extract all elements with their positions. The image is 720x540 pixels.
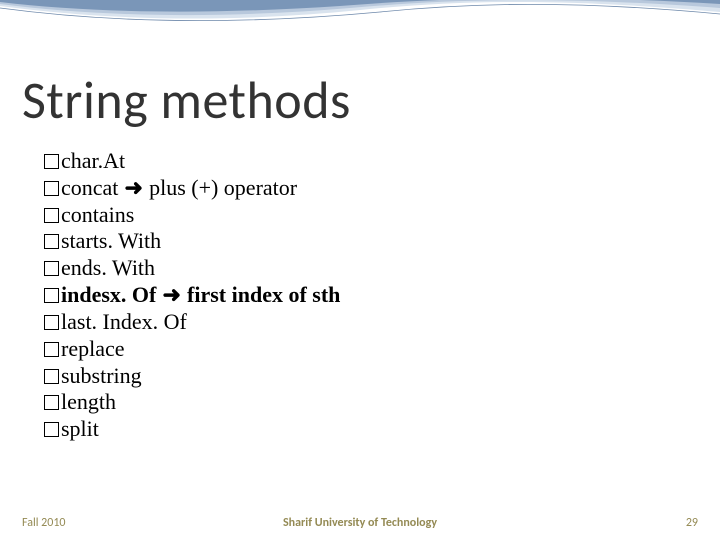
item-text: split bbox=[61, 416, 99, 441]
bullet-square-icon bbox=[44, 154, 59, 169]
bullet-square-icon bbox=[44, 342, 59, 357]
decorative-wave bbox=[0, 0, 720, 60]
bullet-square-icon bbox=[44, 181, 59, 196]
list-item: char.At bbox=[44, 148, 664, 175]
bullet-square-icon bbox=[44, 288, 59, 303]
item-text: char.At bbox=[61, 148, 125, 173]
bullet-square-icon bbox=[44, 234, 59, 249]
footer-page-number: 29 bbox=[686, 516, 698, 530]
item-text: ends. With bbox=[61, 255, 155, 280]
list-item: last. Index. Of bbox=[44, 309, 664, 336]
bullet-square-icon bbox=[44, 261, 59, 276]
list-item: concat ➜ plus (+) operator bbox=[44, 175, 664, 202]
footer-org: Sharif University of Technology bbox=[0, 516, 720, 530]
item-text: starts. With bbox=[61, 228, 161, 253]
list-item: replace bbox=[44, 336, 664, 363]
list-item: ends. With bbox=[44, 255, 664, 282]
item-text: contains bbox=[61, 202, 134, 227]
footer: Fall 2010 Sharif University of Technolog… bbox=[0, 512, 720, 540]
list-item: split bbox=[44, 416, 664, 443]
bullet-square-icon bbox=[44, 369, 59, 384]
item-after: plus (+) operator bbox=[149, 175, 297, 200]
slide-title: String methods bbox=[22, 68, 351, 132]
item-text: length bbox=[61, 389, 116, 414]
bullet-square-icon bbox=[44, 395, 59, 410]
item-text: last. Index. Of bbox=[61, 309, 187, 334]
item-text: replace bbox=[61, 336, 125, 361]
item-text: concat bbox=[61, 175, 118, 200]
slide: String methods char.At concat ➜ plus (+)… bbox=[0, 0, 720, 540]
list-item: indesx. Of ➜ first index of sth bbox=[44, 282, 664, 309]
arrow-icon: ➜ bbox=[118, 175, 149, 200]
list-item: length bbox=[44, 389, 664, 416]
bullet-square-icon bbox=[44, 422, 59, 437]
item-text: indesx. Of bbox=[61, 282, 156, 307]
item-text: substring bbox=[61, 363, 142, 388]
list-item: substring bbox=[44, 363, 664, 390]
bullet-square-icon bbox=[44, 208, 59, 223]
list-item: starts. With bbox=[44, 228, 664, 255]
bullet-square-icon bbox=[44, 315, 59, 330]
item-after: first index of sth bbox=[187, 282, 340, 307]
content-body: char.At concat ➜ plus (+) operator conta… bbox=[44, 148, 664, 443]
arrow-icon: ➜ bbox=[156, 282, 187, 307]
list-item: contains bbox=[44, 202, 664, 229]
